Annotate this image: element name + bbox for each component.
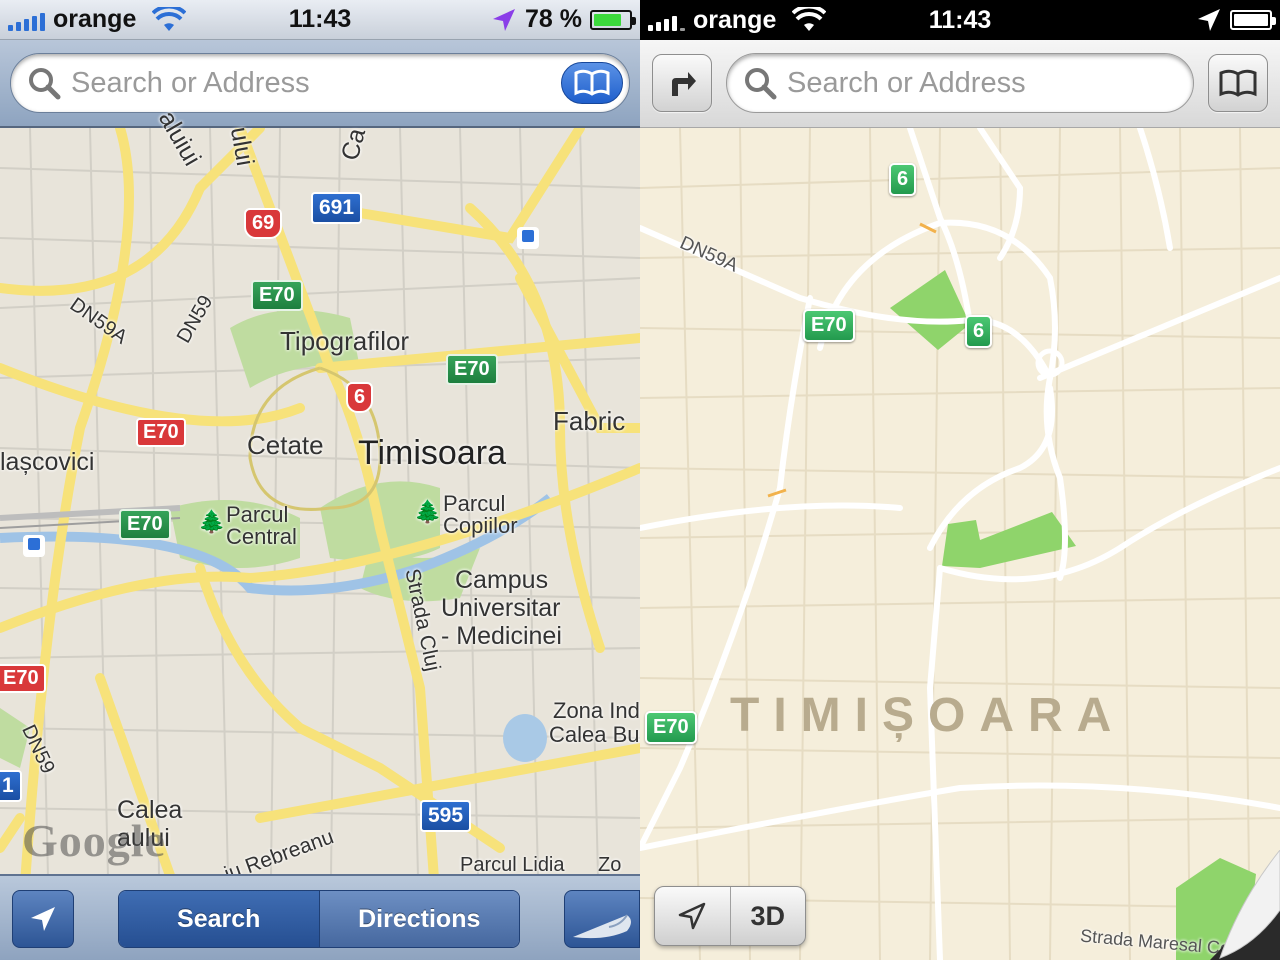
search-input[interactable] xyxy=(71,66,629,100)
route-shield: E70 xyxy=(446,354,498,385)
route-shield: E70 xyxy=(645,711,697,744)
map-controls: 3D xyxy=(654,886,806,946)
map-label-campus: Campus xyxy=(455,566,549,594)
map-label-fabric: Fabric xyxy=(553,406,626,436)
page-curl-icon xyxy=(573,914,631,939)
map-view[interactable]: DN59A TIMIȘOARA Strada Maresal Co 6 6 E7… xyxy=(640,128,1280,960)
google-maps-screen: orange 11:43 78 % Search or Address alui… xyxy=(0,0,640,960)
battery-percent: 78 % xyxy=(525,5,582,33)
map-label-parcul-copiilor: Copiilor xyxy=(443,513,518,538)
search-tab[interactable]: Search xyxy=(119,891,319,947)
bookmarks-icon xyxy=(1219,69,1257,97)
route-shield: 595 xyxy=(420,800,472,832)
route-shield: E70 xyxy=(251,280,303,311)
route-shield: 1 xyxy=(0,770,22,802)
location-arrow-icon xyxy=(493,8,516,31)
search-toolbar xyxy=(0,40,640,128)
park-icon: 🌲 xyxy=(414,499,442,524)
signal-icon xyxy=(8,9,45,31)
route-shield: 6 xyxy=(965,315,993,348)
park-icon: 🌲 xyxy=(198,509,226,534)
route-shield: E70 xyxy=(119,509,171,540)
battery-icon xyxy=(590,9,636,30)
map-label-campus: - Medicinei xyxy=(441,622,562,650)
status-bar: orange 11:43 xyxy=(640,0,1280,40)
search-icon xyxy=(29,68,61,100)
route-shield: 69 xyxy=(244,208,283,239)
location-arrow-icon xyxy=(679,902,706,930)
google-logo: Google xyxy=(22,815,166,866)
map-label-lascovici: lașcovici xyxy=(0,448,95,476)
train-station-icon xyxy=(23,535,45,557)
status-bar: orange 11:43 78 % xyxy=(0,0,640,40)
location-arrow-icon xyxy=(1198,9,1220,31)
bookmarks-button[interactable] xyxy=(1208,54,1268,112)
carrier-name: orange xyxy=(53,5,137,33)
signal-icon xyxy=(648,9,685,31)
search-input[interactable] xyxy=(787,66,1193,100)
map-label-cetate: Cetate xyxy=(247,430,324,460)
current-location-button[interactable] xyxy=(12,890,74,948)
directions-turn-icon xyxy=(672,72,696,96)
current-location-button[interactable] xyxy=(655,887,730,945)
wifi-icon xyxy=(792,7,827,31)
map-view[interactable]: aluiui ului Ca Tipografilor Cetate Timis… xyxy=(0,106,640,960)
bottom-toolbar: Search Directions xyxy=(0,874,640,960)
mode-segmented-control: Search Directions xyxy=(118,890,520,948)
battery-icon xyxy=(1230,10,1276,30)
route-shield: 6 xyxy=(889,163,917,196)
route-shield: E70 xyxy=(803,309,855,342)
route-shield: E70 xyxy=(136,418,186,447)
route-shield: 6 xyxy=(346,382,374,413)
map-label-campus: Universitar xyxy=(441,594,561,622)
route-shield: E70 xyxy=(0,664,46,693)
directions-button[interactable] xyxy=(652,54,712,112)
train-station-icon xyxy=(517,227,539,249)
directions-tab[interactable]: Directions xyxy=(318,891,519,947)
map-roads xyxy=(640,128,1280,960)
apple-maps-screen: orange 11:43 Search or Address DN59A TIM… xyxy=(640,0,1280,960)
search-icon xyxy=(745,68,777,100)
page-curl-button[interactable] xyxy=(564,890,640,948)
3d-button[interactable]: 3D xyxy=(729,887,806,945)
map-label-tipografilor: Tipografilor xyxy=(280,326,410,356)
map-label-parcul-central: Central xyxy=(226,524,297,549)
search-field[interactable] xyxy=(10,53,630,113)
location-arrow-icon xyxy=(31,907,55,931)
bookmarks-button[interactable] xyxy=(561,62,623,104)
map-label-city: TIMIȘOARA xyxy=(730,689,1126,742)
search-toolbar xyxy=(640,40,1280,128)
map-label-zona: Zona Indu xyxy=(553,698,640,723)
page-curl-icon[interactable] xyxy=(1210,850,1280,960)
map-label-city: Timisoara xyxy=(358,434,506,472)
wifi-icon xyxy=(152,6,187,31)
route-shield: 691 xyxy=(311,192,363,224)
search-field[interactable] xyxy=(726,53,1194,113)
bookmarks-icon xyxy=(574,69,610,96)
carrier-name: orange xyxy=(693,5,777,34)
map-label-zona: Calea Buz xyxy=(549,722,640,747)
